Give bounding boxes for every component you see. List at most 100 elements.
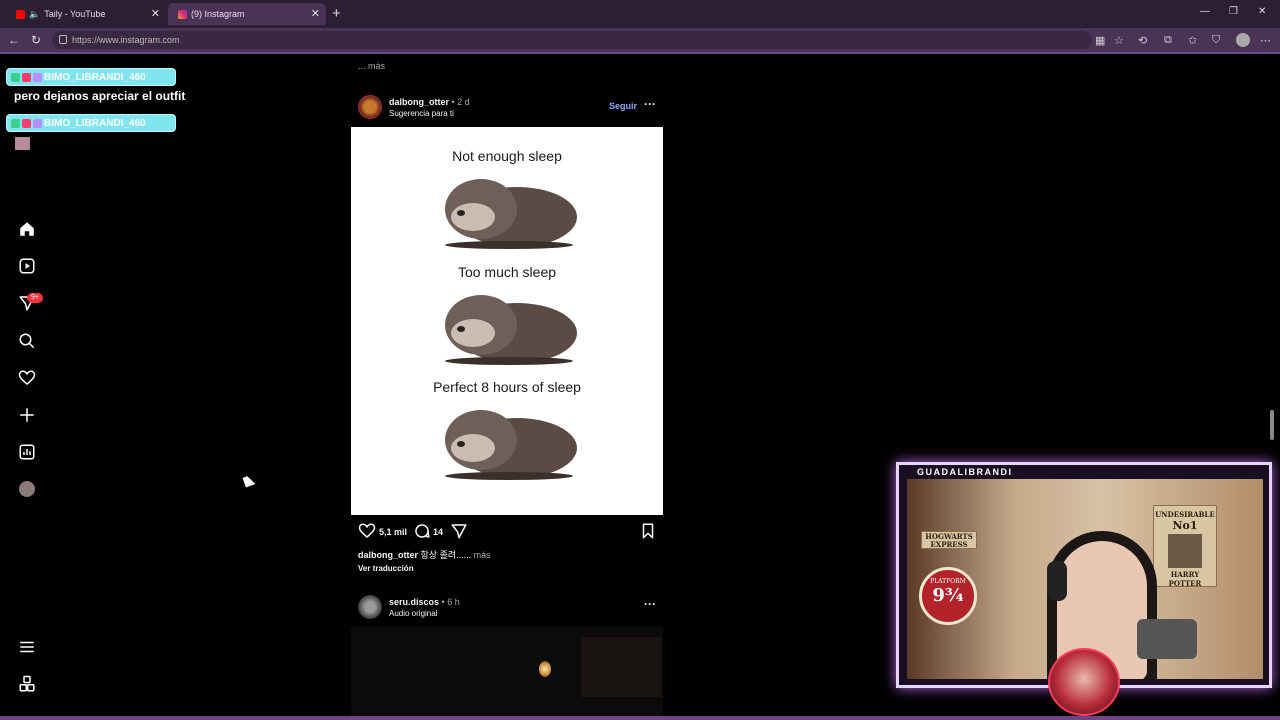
lock-icon[interactable] — [59, 35, 67, 44]
scrollbar-thumb[interactable] — [1270, 410, 1274, 440]
otter-image — [445, 295, 577, 365]
caption-username[interactable]: dalbong_otter — [358, 550, 418, 560]
post-actions: 5,1 mil 14 — [358, 522, 660, 542]
dashboard-icon[interactable] — [18, 443, 36, 461]
share-icon[interactable] — [450, 522, 468, 540]
chat-message: pero dejanos apreciar el outfit — [14, 89, 186, 103]
post-username[interactable]: seru.discos — [389, 597, 439, 607]
home-icon[interactable] — [18, 220, 36, 238]
like-heart-icon[interactable] — [358, 522, 376, 540]
post-time: 6 h — [447, 597, 460, 607]
instagram-icon — [178, 9, 187, 19]
tab-youtube[interactable]: 🔈 Taily - YouTube ✕ — [6, 3, 166, 25]
back-icon[interactable]: ← — [8, 33, 20, 47]
favorites-icon[interactable]: ✩ — [1188, 34, 1197, 47]
meme-caption: Too much sleep — [457, 264, 557, 280]
profile-avatar[interactable] — [1236, 33, 1250, 47]
channel-name: GUADALIBRANDI — [917, 467, 1013, 477]
profile-avatar-icon[interactable] — [19, 481, 35, 497]
follow-button[interactable]: Seguir — [609, 101, 637, 111]
post-header: dalbong_otter • 2 d Sugerencia para ti S… — [358, 95, 660, 121]
post-options-icon[interactable]: ··· — [644, 597, 656, 611]
close-icon[interactable]: ✕ — [151, 7, 160, 20]
caption-text: 항상 졸려...... — [420, 550, 472, 560]
tab-title: Taily - YouTube — [44, 9, 106, 19]
stream-frame-top — [0, 52, 1280, 54]
vtuber-avatar — [1048, 648, 1120, 716]
stream-frame-bottom — [0, 716, 1280, 720]
headset-icon — [1047, 561, 1067, 601]
messages-badge: 9+ — [27, 293, 43, 303]
post-image[interactable]: Not enough sleep Too much sleep Perfect … — [351, 127, 663, 515]
post-subtitle: Sugerencia para ti — [389, 109, 454, 118]
hogwarts-sign: HOGWARTS EXPRESS — [921, 531, 977, 549]
create-plus-icon[interactable] — [18, 406, 36, 424]
chat-username: BIMO_LIBRANDI_460 — [44, 117, 146, 129]
menu-dots-icon[interactable]: ⋯ — [1260, 34, 1271, 47]
tab-instagram[interactable]: (9) Instagram ✕ — [168, 3, 326, 25]
otter-image — [445, 410, 577, 480]
meme-caption: Perfect 8 hours of sleep — [433, 379, 581, 395]
avatar[interactable] — [358, 595, 382, 619]
post-username-row: seru.discos • 6 h — [389, 597, 460, 607]
platform-sign: PLATFORM 9¾ — [919, 567, 977, 625]
notifications-heart-icon[interactable] — [18, 369, 36, 387]
chat-image-thumbnail — [15, 137, 30, 150]
minimize-button[interactable]: — — [1200, 6, 1210, 17]
wanted-poster: UNDESIRABLE No1 HARRY POTTER — [1153, 505, 1217, 588]
shield-icon[interactable]: ⛉ — [1212, 34, 1220, 47]
platform-number: 9¾ — [932, 585, 964, 606]
browser-window: 🔈 Taily - YouTube ✕ (9) Instagram ✕ + — … — [0, 0, 1280, 720]
see-translation-link[interactable]: Ver traducción — [358, 564, 414, 573]
reels-icon[interactable] — [18, 257, 36, 275]
poster-name: HARRY POTTER — [1168, 570, 1202, 588]
badge-icon — [22, 118, 31, 128]
split-icon[interactable]: ⧉ — [1164, 34, 1172, 47]
new-tab-button[interactable]: + — [332, 5, 341, 22]
chat-username: BIMO_LIBRANDI_460 — [44, 71, 146, 83]
refresh-icon[interactable]: ↻ — [31, 33, 41, 47]
meme-caption: Not enough sleep — [452, 148, 562, 164]
post-username[interactable]: dalbong_otter — [389, 97, 449, 107]
video-light — [539, 661, 551, 677]
badge-icon — [33, 72, 42, 82]
close-window-button[interactable]: ✕ — [1258, 6, 1266, 17]
reader-icon[interactable]: ▦ — [1095, 34, 1105, 47]
threads-apps-icon[interactable] — [18, 675, 36, 693]
search-icon[interactable] — [18, 332, 36, 350]
more-menu-icon[interactable] — [18, 638, 36, 656]
speaker-icon[interactable]: 🔈 — [29, 9, 40, 20]
post-audio-label[interactable]: Audio original — [389, 609, 437, 618]
comment-icon[interactable] — [413, 522, 431, 540]
address-bar-row: ← ↻ https://www.instagram.com ▦ ☆ ⟲ ⧉ ✩ … — [0, 28, 1280, 52]
post-time: 2 d — [457, 97, 470, 107]
badge-icon — [11, 72, 20, 82]
platform-label: PLATFORM — [930, 578, 966, 585]
poster-number: No1 — [1172, 519, 1198, 532]
extensions-icon[interactable]: ⟲ — [1138, 34, 1147, 47]
restore-button[interactable]: ❐ — [1229, 6, 1238, 17]
poster-title: UNDESIRABLE — [1155, 510, 1215, 519]
url-field[interactable]: https://www.instagram.com — [52, 31, 1092, 49]
like-count[interactable]: 5,1 mil — [379, 527, 407, 537]
post-header: seru.discos • 6 h Audio original ··· — [358, 595, 660, 621]
caption-more-link[interactable]: más — [474, 550, 491, 560]
otter-image — [445, 179, 577, 249]
avatar[interactable] — [358, 95, 382, 119]
badge-icon — [33, 118, 42, 128]
poster-portrait — [1168, 534, 1202, 568]
previous-post-more[interactable]: ... más — [358, 61, 385, 71]
comment-count[interactable]: 14 — [433, 527, 443, 537]
favorite-star-icon[interactable]: ☆ — [1114, 34, 1124, 47]
post-username-row: dalbong_otter • 2 d — [389, 97, 470, 107]
tab-bar: 🔈 Taily - YouTube ✕ (9) Instagram ✕ + — … — [0, 0, 1280, 28]
microphone-icon — [1137, 619, 1197, 659]
post-options-icon[interactable]: ··· — [644, 97, 656, 111]
tab-title: (9) Instagram — [191, 9, 245, 19]
badge-icon — [11, 118, 20, 128]
chat-username-badge: BIMO_LIBRANDI_460 — [6, 114, 176, 132]
save-bookmark-icon[interactable] — [639, 522, 657, 540]
post-video[interactable] — [351, 627, 663, 717]
close-icon[interactable]: ✕ — [311, 7, 320, 20]
url-text: https://www.instagram.com — [72, 35, 180, 45]
